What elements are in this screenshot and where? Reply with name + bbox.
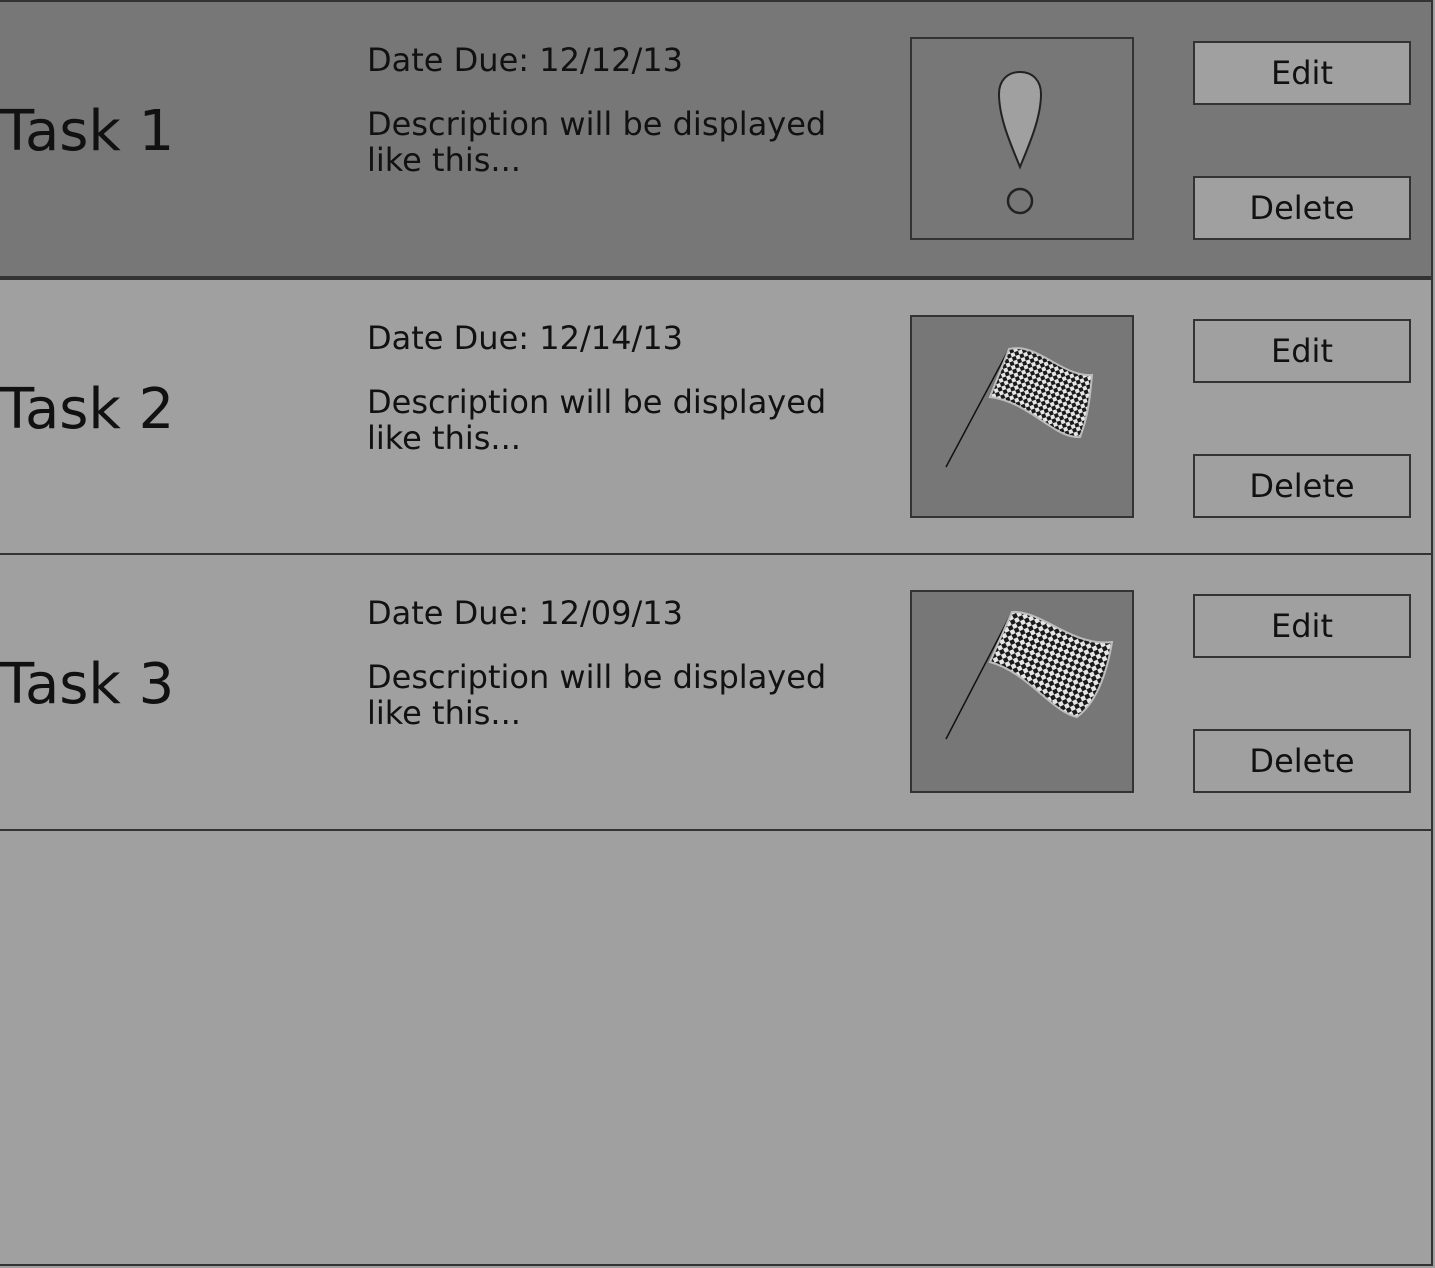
task-title: Task 3 [0, 652, 175, 717]
edit-button[interactable]: Edit [1193, 41, 1411, 105]
task-title: Task 1 [0, 99, 175, 164]
checkered-flag-icon [945, 610, 1114, 740]
task-row[interactable]: Task 3 Date Due: 12/09/13 Description wi… [0, 555, 1431, 831]
exclamation-icon [997, 70, 1043, 215]
task-description: Description will be displayed like this.… [367, 105, 827, 179]
delete-button[interactable]: Delete [1193, 176, 1411, 240]
edit-button[interactable]: Edit [1193, 319, 1411, 383]
delete-button[interactable]: Delete [1193, 454, 1411, 518]
delete-button[interactable]: Delete [1193, 729, 1411, 793]
task-list: Task 1 Date Due: 12/12/13 Description wi… [0, 0, 1433, 1266]
task-due-date: Date Due: 12/12/13 [367, 41, 683, 79]
task-row[interactable]: Task 1 Date Due: 12/12/13 Description wi… [0, 2, 1431, 280]
task-title: Task 2 [0, 377, 175, 442]
task-status-box [910, 37, 1134, 240]
task-description: Description will be displayed like this.… [367, 383, 827, 457]
task-description: Description will be displayed like this.… [367, 658, 827, 732]
checkered-flag-icon [945, 347, 1094, 468]
edit-button[interactable]: Edit [1193, 594, 1411, 658]
task-row[interactable]: Task 2 Date Due: 12/14/13 Description wi… [0, 280, 1431, 555]
task-due-date: Date Due: 12/14/13 [367, 319, 683, 357]
task-due-date: Date Due: 12/09/13 [367, 594, 683, 632]
task-status-box [910, 590, 1134, 793]
task-status-box [910, 315, 1134, 518]
